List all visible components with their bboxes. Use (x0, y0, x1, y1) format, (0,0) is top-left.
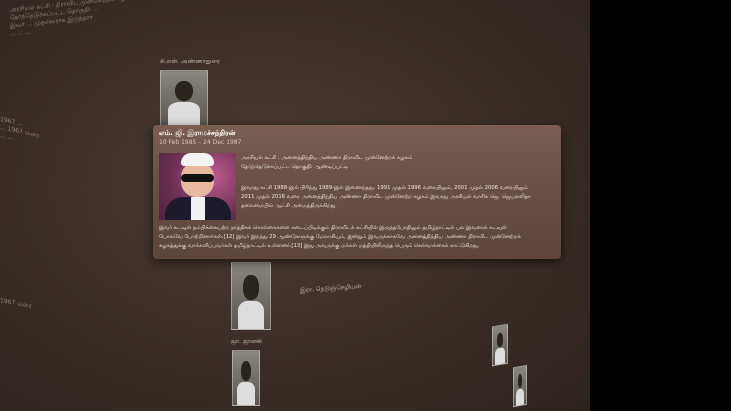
entry-thumbnail-right-2[interactable] (513, 364, 527, 408)
card-para2-line: இவர் கடவுள் நம்பிக்கையற்ற நாத்திகக் கொள்… (159, 225, 507, 231)
entry-thumbnail-middle[interactable] (231, 262, 271, 330)
background-text-wall-top: அரசியல் கட்சி : திராவிட முன்னேற்றக் கழகம… (10, 0, 134, 39)
entry-title-top: சி.என். அண்ணாதுரை (160, 58, 220, 65)
background-text-wall-left-lower: 1967 வரை (0, 297, 32, 311)
card-para2-line: கழகத்துக்கு வாக்களிப்பவர்கள் தமிழ்நாட்டி… (159, 243, 480, 249)
card-para1-line: இவரது கட்சி 1988-இல் பிரிந்து 1989-இல் இ… (241, 185, 528, 191)
entry-title-middle: இரா. நெடுஞ்செழியன் (300, 282, 362, 295)
card-constituency-line: தேர்ந்தெடுக்கப்பட்ட தொகுதி: ஆண்டிப்பட்டி (241, 164, 349, 170)
timeline-3d-view[interactable]: அரசியல் கட்சி : திராவிட முன்னேற்றக் கழகம… (0, 0, 590, 411)
bg-year-tag: 1967 வரை (0, 297, 32, 310)
entry-thumbnail-right-1[interactable] (492, 323, 508, 367)
card-title: எம். ஜி. இராமச்சந்திரன் (159, 129, 236, 137)
card-para1-line: தலைமையில் ஆட்சி அமைத்திருக்கிறது. (241, 203, 337, 209)
portrait-image (159, 153, 236, 220)
entry-title-low: ஜா. ஜானகி (231, 338, 262, 345)
entry-detail-card[interactable]: எம். ஜி. இராமச்சந்திரன் 10 Feb 1985 – 24… (153, 125, 561, 259)
card-para1-line: 2011 முதல் 2016 வரை அனைத்திந்திய அண்ணா த… (241, 194, 531, 200)
entry-thumbnail-top[interactable] (160, 70, 208, 126)
background-text-wall-left: 1967 ... ... 1967 வரை ... ... (0, 116, 39, 148)
entry-thumbnail-low[interactable] (232, 350, 260, 406)
card-para2-line: போலவே போற்றினார்கள்.[12] இவர் இறந்து 29 … (159, 234, 521, 240)
card-party-line: அரசியல் கட்சி : அனைத்திந்திய அண்ணா திராவ… (241, 155, 413, 161)
card-date-range: 10 Feb 1985 – 24 Dec 1987 (159, 139, 242, 146)
side-black-panel (590, 0, 731, 411)
